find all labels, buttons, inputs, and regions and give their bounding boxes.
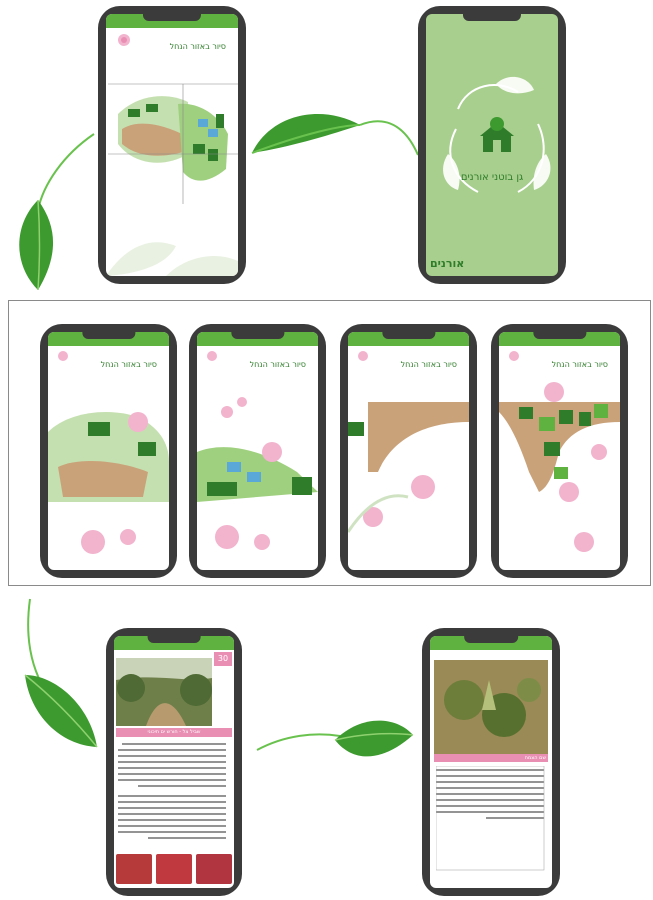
phone-tile-4: סיור באזור הנחל [491, 324, 628, 578]
photo-gallery[interactable] [116, 854, 232, 884]
tile-3-map[interactable] [348, 392, 469, 542]
rose-icon [58, 351, 68, 361]
detail-screen[interactable]: 30 שביל צל - חורש ים תיכוני [114, 636, 234, 888]
station-text [118, 743, 226, 839]
tile-3-screen[interactable]: סיור באזור הנחל [348, 332, 469, 570]
gallery-thumb[interactable] [196, 854, 232, 884]
plant-text [436, 766, 545, 871]
rose-icon [215, 525, 270, 550]
map-title: סיור באזור הנחל [169, 42, 226, 51]
gallery-thumb[interactable] [156, 854, 192, 884]
phone-tile-2: סיור באזור הנחל [189, 324, 326, 578]
gallery-thumb[interactable] [116, 854, 152, 884]
org-logo: אורנים [430, 257, 465, 270]
station-badge: 30 [214, 652, 232, 666]
tile-2-screen[interactable]: סיור באזור הנחל [197, 332, 318, 570]
phone-tile-3: סיור באזור הנחל [340, 324, 477, 578]
phone-detail: 30 שביל צל - חורש ים תיכוני [106, 628, 242, 896]
rose-icon [118, 34, 130, 46]
rose-icon [509, 351, 519, 361]
leaf-arrow-icon-4 [256, 720, 414, 757]
tile-1-title: סיור באזור הנחל [100, 360, 157, 369]
plant-caption: שם הצמח [434, 754, 548, 762]
tile-4-screen[interactable]: סיור באזור הנחל [499, 332, 620, 570]
splash-screen[interactable]: גן בוטני אורנים אורנים [426, 14, 558, 276]
app-name: גן בוטני אורנים [460, 172, 524, 183]
tile-1-map[interactable] [48, 392, 169, 512]
leaf-arrow-icon-2 [19, 133, 95, 291]
phone-tile-1: סיור באזור הנחל [40, 324, 177, 578]
leaf-arrow-icon-1 [251, 114, 419, 156]
garden-map[interactable] [108, 74, 238, 204]
plant-photo [434, 660, 548, 754]
botanic-garden-logo-icon [443, 76, 551, 193]
phone-map: סיור באזור הנחל [98, 6, 246, 284]
station-photo [116, 658, 212, 726]
leaf-arrow-icon-3 [24, 598, 98, 748]
tile-3-title: סיור באזור הנחל [400, 360, 457, 369]
phone-plant: שם הצמח [422, 628, 560, 896]
station-caption: שביל צל - חורש ים תיכוני [116, 728, 232, 737]
tile-2-title: סיור באזור הנחל [249, 360, 306, 369]
rose-icon [207, 351, 217, 361]
rose-icon [358, 351, 368, 361]
rose-icon [81, 529, 136, 554]
map-screen[interactable]: סיור באזור הנחל [106, 14, 238, 276]
tile-4-title: סיור באזור הנחל [551, 360, 608, 369]
phone-splash: גן בוטני אורנים אורנים [418, 6, 566, 284]
plant-screen[interactable]: שם הצמח [430, 636, 552, 888]
tile-4-map[interactable] [499, 382, 620, 552]
leaves-decoration [106, 242, 238, 276]
tile-1-screen[interactable]: סיור באזור הנחל [48, 332, 169, 570]
tile-2-map[interactable] [197, 392, 318, 512]
